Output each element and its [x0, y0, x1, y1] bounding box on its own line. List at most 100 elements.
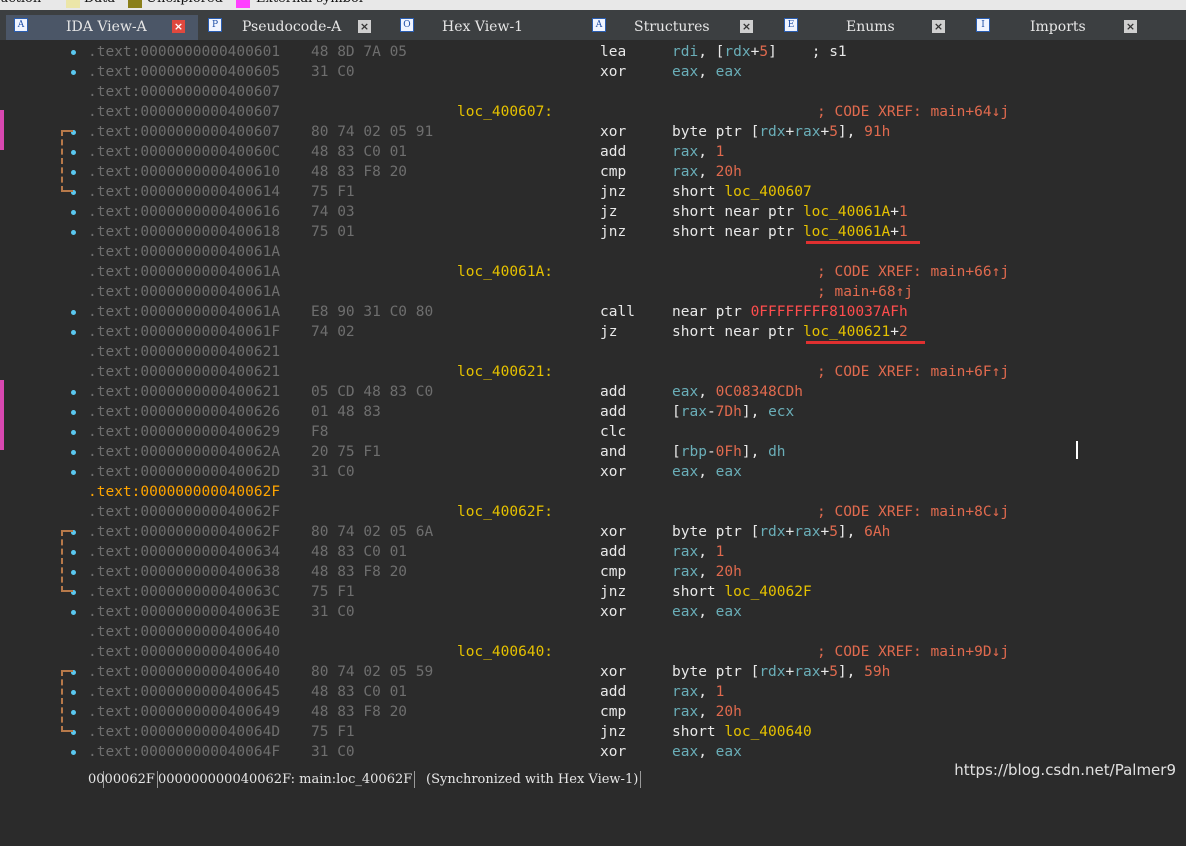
operand-label[interactable]: loc_400607	[724, 184, 811, 200]
listing-line[interactable]: .text:000000000040060C 48 83 C0 01 add rax,…	[88, 142, 1178, 162]
listing-line[interactable]: .text:0000000000400618 75 01 jnz short near…	[88, 222, 1178, 242]
listing-line[interactable]: .text:0000000000400640 80 74 02 05 59 xor b…	[88, 662, 1178, 682]
breakpoint-dot[interactable]	[71, 750, 76, 755]
line-address: .text:000000000040062D	[88, 464, 281, 480]
listing-line[interactable]: .text:000000000040062D 31 C0 xor eax, eax	[88, 462, 1178, 482]
operands: short near ptr loc_40061A+1	[672, 222, 908, 242]
close-icon[interactable]: ×	[358, 20, 371, 33]
legend-label: External symbol	[256, 0, 363, 6]
breakpoint-dot[interactable]	[71, 430, 76, 435]
mnemonic: add	[600, 384, 627, 400]
listing-line[interactable]: .text:0000000000400607 80 74 02 05 91 xor b…	[88, 122, 1178, 142]
listing-line[interactable]: .text:0000000000400607 loc_400607: ; CODE …	[88, 102, 1178, 122]
opcode-bytes: 48 83 F8 20	[311, 164, 408, 180]
listing-line[interactable]: .text:0000000000400621 05 CD 48 83 C0 add e…	[88, 382, 1178, 402]
flow-gutter	[0, 40, 88, 770]
listing-line[interactable]: .text:000000000040062F	[88, 482, 1178, 502]
code-label[interactable]: loc_40062F:	[457, 502, 553, 522]
listing-line[interactable]: .text:0000000000400629 F8 clc	[88, 422, 1178, 442]
breakpoint-dot[interactable]	[71, 390, 76, 395]
operand-token: 5	[829, 124, 838, 140]
code-label[interactable]: loc_40061A:	[457, 262, 553, 282]
breakpoint-dot[interactable]	[71, 70, 76, 75]
listing-line[interactable]: .text:000000000040061A ; main+68↑j	[88, 282, 1178, 302]
code-label[interactable]: loc_400640:	[457, 642, 553, 662]
tab-hex-view-1[interactable]: O Hex View-1	[392, 15, 580, 40]
tab-ida-view-a[interactable]: A IDA View-A ×	[6, 15, 198, 40]
listing-line[interactable]: .text:000000000040061A loc_40061A: ; CODE …	[88, 262, 1178, 282]
xref-comment: ; CODE XREF: main+8C↓j	[817, 504, 1010, 520]
code-label[interactable]: loc_400607:	[457, 102, 553, 122]
status-box: 0000062F 000000000040062F: main:loc_4006…	[86, 771, 642, 788]
breakpoint-dot[interactable]	[71, 330, 76, 335]
close-icon[interactable]: ×	[740, 20, 753, 33]
line-address: .text:0000000000400621	[88, 364, 281, 380]
enums-icon: E	[784, 18, 798, 32]
line-address: .text:0000000000400621	[88, 344, 281, 360]
breakpoint-dot[interactable]	[71, 610, 76, 615]
listing-line[interactable]: .text:0000000000400616 74 03 jz short near …	[88, 202, 1178, 222]
listing-line[interactable]: .text:0000000000400640	[88, 622, 1178, 642]
listing-line[interactable]: .text:0000000000400610 48 83 F8 20 cmp rax,…	[88, 162, 1178, 182]
listing-line[interactable]: .text:0000000000400614 75 F1 jnz short loc_…	[88, 182, 1178, 202]
listing-line[interactable]: .text:000000000040062F loc_40062F: ; CODE …	[88, 502, 1178, 522]
listing-line[interactable]: .text:000000000040061F 74 02 jz short near …	[88, 322, 1178, 342]
tab-pseudocode-a[interactable]: P Pseudocode-A ×	[200, 15, 384, 40]
line-address: .text:000000000040061A	[88, 304, 281, 320]
breakpoint-dot[interactable]	[71, 470, 76, 475]
operands: [rbp-0Fh], dh	[672, 442, 786, 462]
listing-line[interactable]: .text:000000000040063C 75 F1 jnz short loc_…	[88, 582, 1178, 602]
listing-line[interactable]: .text:0000000000400607	[88, 82, 1178, 102]
line-address: .text:000000000040062F	[88, 524, 281, 540]
listing-line[interactable]: .text:000000000040063E 31 C0 xor eax, eax	[88, 602, 1178, 622]
listing-line[interactable]: .text:0000000000400640 loc_400640: ; CODE …	[88, 642, 1178, 662]
operand-label[interactable]: loc_40062F	[724, 584, 811, 600]
listing-line[interactable]: .text:000000000040061A	[88, 242, 1178, 262]
listing-line[interactable]: .text:0000000000400634 48 83 C0 01 add rax,…	[88, 542, 1178, 562]
listing-line[interactable]: .text:000000000040061A E8 90 31 C0 80 call…	[88, 302, 1178, 322]
line-address: .text:0000000000400607	[88, 84, 281, 100]
operand-label[interactable]: loc_400640	[724, 724, 811, 740]
tab-enums[interactable]: E Enums ×	[776, 15, 962, 40]
close-icon[interactable]: ×	[932, 20, 945, 33]
breakpoint-dot[interactable]	[71, 410, 76, 415]
line-address: .text:000000000040061A	[88, 244, 281, 260]
breakpoint-dot[interactable]	[71, 230, 76, 235]
listing-line[interactable]: .text:0000000000400638 48 83 F8 20 cmp rax,…	[88, 562, 1178, 582]
close-icon[interactable]: ×	[172, 20, 185, 33]
xref-comment: ; CODE XREF: main+66↑j	[817, 264, 1010, 280]
listing-line[interactable]: .text:000000000040064D 75 F1 jnz short loc_…	[88, 722, 1178, 742]
mnemonic: jnz	[600, 724, 627, 740]
listing-line[interactable]: .text:000000000040064F 31 C0 xor eax, eax	[88, 742, 1178, 762]
operand-label[interactable]: loc_400621	[803, 324, 890, 340]
listing-line[interactable]: .text:0000000000400621	[88, 342, 1178, 362]
operand-token: short	[672, 584, 725, 600]
operands: rax, 20h	[672, 162, 742, 182]
close-icon[interactable]: ×	[1124, 20, 1137, 33]
tab-imports[interactable]: I Imports ×	[968, 15, 1156, 40]
operand-label[interactable]: loc_40061A	[803, 224, 890, 240]
listing-line[interactable]: .text:000000000040062F 80 74 02 05 6A xor b…	[88, 522, 1178, 542]
operands: rdi, [rdx+5] ; s1	[672, 42, 847, 62]
operands: rax, 1	[672, 542, 724, 562]
opcode-bytes: 31 C0	[311, 744, 355, 760]
disassembly-listing[interactable]: .text:0000000000400601 48 8D 7A 05 lea rdi,…	[0, 40, 1186, 770]
mnemonic: add	[600, 404, 627, 420]
breakpoint-dot[interactable]	[71, 310, 76, 315]
listing-line[interactable]: .text:0000000000400626 01 48 83 add [rax-7D…	[88, 402, 1178, 422]
listing-line[interactable]: .text:0000000000400645 48 83 C0 01 add rax,…	[88, 682, 1178, 702]
breakpoint-dot[interactable]	[71, 50, 76, 55]
listing-line[interactable]: .text:0000000000400605 31 C0 xor eax, eax	[88, 62, 1178, 82]
listing-line[interactable]: .text:0000000000400621 loc_400621: ; CODE …	[88, 362, 1178, 382]
breakpoint-dot[interactable]	[71, 210, 76, 215]
listing-line[interactable]: .text:0000000000400649 48 83 F8 20 cmp rax,…	[88, 702, 1178, 722]
tab-structures[interactable]: A Structures ×	[584, 15, 772, 40]
listing-line[interactable]: .text:000000000040062A 20 75 F1 and [rbp-0F…	[88, 442, 1178, 462]
operand-label[interactable]: loc_40061A	[803, 204, 890, 220]
operand-token: 6Ah	[864, 524, 891, 540]
operand-token: [	[672, 444, 681, 460]
listing-line[interactable]: .text:0000000000400601 48 8D 7A 05 lea rdi,…	[88, 42, 1178, 62]
operand-register: eax	[715, 604, 742, 620]
code-label[interactable]: loc_400621:	[457, 362, 553, 382]
breakpoint-dot[interactable]	[71, 450, 76, 455]
